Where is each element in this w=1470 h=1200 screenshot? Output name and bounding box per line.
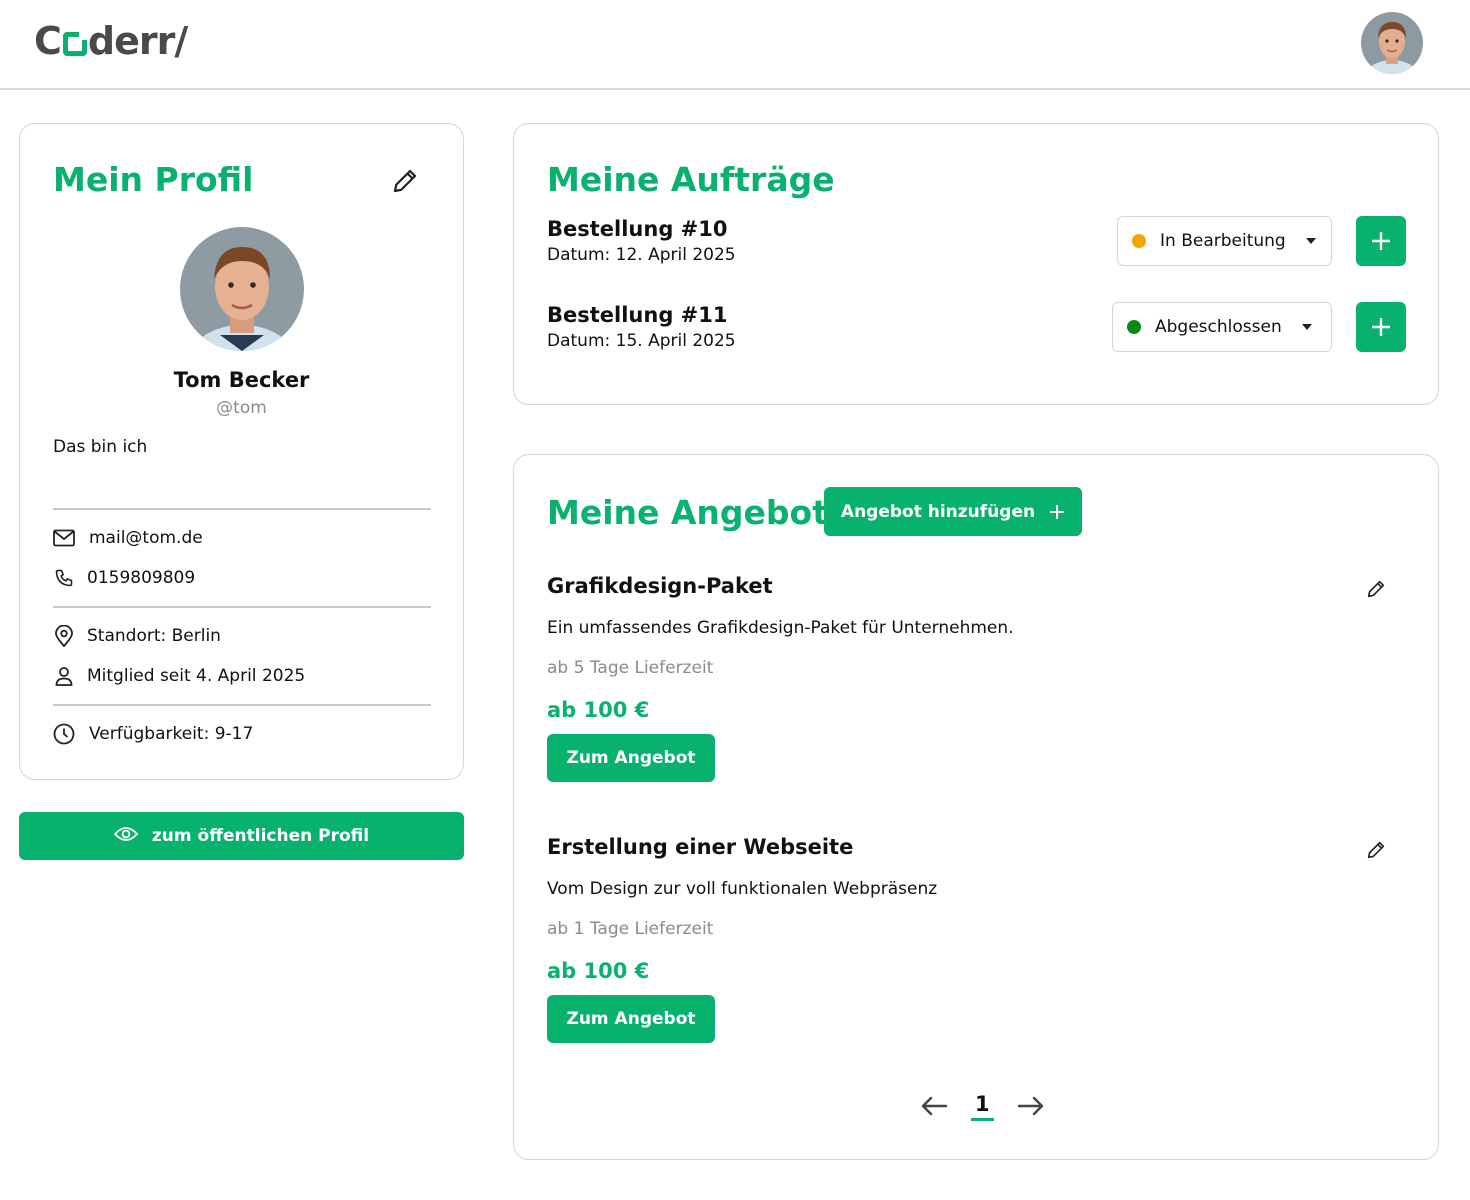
order-date: Datum: 12. April 2025: [547, 245, 736, 265]
clock-icon: [53, 723, 75, 745]
plus-icon: [1372, 232, 1390, 250]
prev-page-arrow-icon[interactable]: [919, 1091, 949, 1121]
offer-price: ab 100 €: [547, 698, 650, 722]
profile-bio: Das bin ich: [53, 437, 148, 457]
profile-handle: @tom: [216, 398, 267, 418]
orders-title: Meine Aufträge: [547, 160, 835, 199]
offer-item: Erstellung einer Webseite Vom Design zur…: [547, 835, 1407, 1043]
view-offer-button[interactable]: Zum Angebot: [547, 995, 715, 1043]
profile-name: Tom Becker: [173, 368, 310, 392]
offer-description: Vom Design zur voll funktionalen Webpräs…: [547, 879, 938, 899]
phone-text[interactable]: 0159809809: [87, 568, 195, 588]
user-icon: [53, 665, 75, 687]
public-profile-label: zum öffentlichen Profil: [151, 826, 370, 846]
profile-card: Mein Profil Tom Becker @tom Das bin ich …: [19, 123, 464, 780]
orders-card: Meine Aufträge Bestellung #10 Datum: 12.…: [513, 123, 1439, 405]
offers-title: Meine Angebote: [547, 493, 851, 532]
caret-down-icon: [1301, 324, 1312, 330]
edit-profile-pencil-icon[interactable]: [388, 164, 422, 198]
offer-price: ab 100 €: [547, 959, 650, 983]
divider: [53, 606, 431, 608]
next-page-arrow-icon[interactable]: [1016, 1091, 1046, 1121]
order-item: Bestellung #11 Datum: 15. April 2025: [547, 303, 736, 351]
status-dot-completed: [1127, 320, 1141, 334]
location-text: Standort: Berlin: [87, 626, 221, 646]
order-status-label: In Bearbeitung: [1160, 231, 1286, 251]
order-status-label: Abgeschlossen: [1155, 317, 1282, 337]
order-date: Datum: 15. April 2025: [547, 331, 736, 351]
plus-icon: [1372, 318, 1390, 336]
coderr-logo[interactable]: Cderr/: [34, 18, 188, 64]
offer-name: Erstellung einer Webseite: [547, 835, 854, 859]
order-item: Bestellung #10 Datum: 12. April 2025: [547, 217, 736, 265]
order-name: Bestellung #10: [547, 217, 728, 241]
availability-row: Verfügbarkeit: 9-17: [53, 723, 253, 745]
order-add-button[interactable]: [1356, 216, 1406, 266]
location-pin-icon: [53, 625, 75, 647]
divider: [53, 508, 431, 510]
location-row: Standort: Berlin: [53, 625, 221, 647]
logo-text: derr/: [87, 19, 188, 63]
add-offer-button[interactable]: Angebot hinzufügen: [824, 487, 1082, 536]
order-name: Bestellung #11: [547, 303, 728, 327]
offer-description: Ein umfassendes Grafikdesign-Paket für U…: [547, 618, 1014, 638]
page-number[interactable]: 1: [971, 1092, 994, 1121]
offer-name: Grafikdesign-Paket: [547, 574, 773, 598]
plus-icon: [1050, 504, 1065, 519]
edit-offer-pencil-icon[interactable]: [1363, 837, 1389, 863]
member-since-text: Mitglied seit 4. April 2025: [87, 666, 306, 686]
offer-delivery-time: ab 5 Tage Lieferzeit: [547, 658, 714, 678]
profile-title: Mein Profil: [53, 160, 254, 199]
mail-icon: [53, 527, 75, 549]
offer-item: Grafikdesign-Paket Ein umfassendes Grafi…: [547, 574, 1407, 782]
member-since-row: Mitglied seit 4. April 2025: [53, 665, 305, 687]
email-row: mail@tom.de: [53, 527, 203, 549]
order-add-button[interactable]: [1356, 302, 1406, 352]
view-offer-button[interactable]: Zum Angebot: [547, 734, 715, 782]
divider: [53, 704, 431, 706]
offer-delivery-time: ab 1 Tage Lieferzeit: [547, 919, 714, 939]
availability-text: Verfügbarkeit: 9-17: [89, 724, 254, 744]
top-header: Cderr/: [0, 0, 1470, 90]
public-profile-button[interactable]: zum öffentlichen Profil: [19, 812, 464, 860]
header-avatar[interactable]: [1361, 12, 1423, 74]
pagination: 1: [919, 1091, 1046, 1121]
order-status-select[interactable]: In Bearbeitung: [1117, 216, 1332, 266]
offers-card: Meine Angebote Angebot hinzufügen Grafik…: [513, 454, 1439, 1160]
logo-letter-c: C: [34, 19, 62, 63]
status-dot-in-progress: [1132, 234, 1146, 248]
phone-row: 0159809809: [53, 567, 195, 589]
order-status-select[interactable]: Abgeschlossen: [1112, 302, 1332, 352]
logo-o-mark: [62, 32, 87, 56]
email-text[interactable]: mail@tom.de: [89, 528, 203, 548]
edit-offer-pencil-icon[interactable]: [1363, 576, 1389, 602]
eye-icon: [113, 826, 139, 847]
add-offer-label: Angebot hinzufügen: [840, 501, 1036, 522]
profile-avatar: [180, 227, 304, 351]
caret-down-icon: [1305, 238, 1316, 244]
phone-icon: [53, 567, 75, 589]
